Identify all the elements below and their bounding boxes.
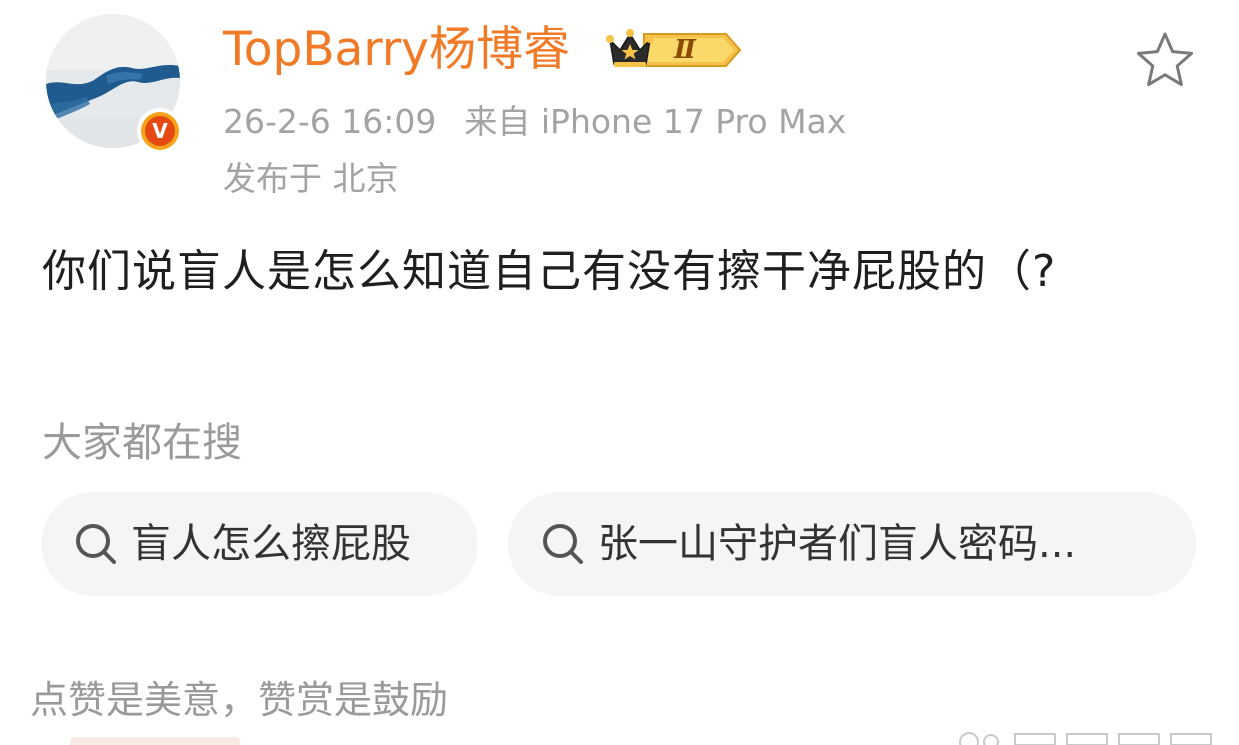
post-location: 发布于 北京 — [223, 159, 399, 198]
hot-search-chip[interactable]: 盲人怎么擦屁股 — [41, 492, 478, 596]
reward-button-peek[interactable] — [70, 737, 240, 745]
crown-level-badge-icon[interactable]: Ⅱ — [604, 26, 742, 74]
post-content: 你们说盲人是怎么知道自己有没有擦干净屁股的（? — [42, 246, 1057, 297]
weibo-post-page: V TopBarry杨博睿 Ⅱ 26-2-6 16:09 来自 iPhone 17… — [0, 0, 1239, 745]
search-icon — [76, 524, 116, 564]
hot-search-chip[interactable]: 张一山守护者们盲人密码... — [508, 492, 1196, 596]
post-source: 来自 iPhone 17 Pro Max — [464, 102, 847, 141]
watermark — [955, 726, 1235, 745]
post-timestamp: 26-2-6 16:09 — [223, 102, 437, 141]
post-meta: 26-2-6 16:09 来自 iPhone 17 Pro Max — [223, 99, 846, 145]
level-badge-label: Ⅱ — [674, 35, 696, 65]
favorite-button[interactable] — [1134, 30, 1196, 90]
hot-search-title: 大家都在搜 — [42, 420, 242, 466]
verified-v-icon: V — [145, 116, 175, 146]
avatar-container[interactable]: V — [46, 14, 183, 154]
verified-badge: V — [137, 108, 183, 154]
hot-search-chip-label: 盲人怎么擦屁股 — [131, 521, 411, 567]
reward-prompt: 点赞是美意，赞赏是鼓励 — [30, 678, 449, 722]
search-icon — [543, 524, 583, 564]
star-outline-icon — [1136, 32, 1194, 87]
username[interactable]: TopBarry杨博睿 — [223, 20, 570, 80]
hot-search-chip-label: 张一山守护者们盲人密码... — [598, 521, 1077, 567]
